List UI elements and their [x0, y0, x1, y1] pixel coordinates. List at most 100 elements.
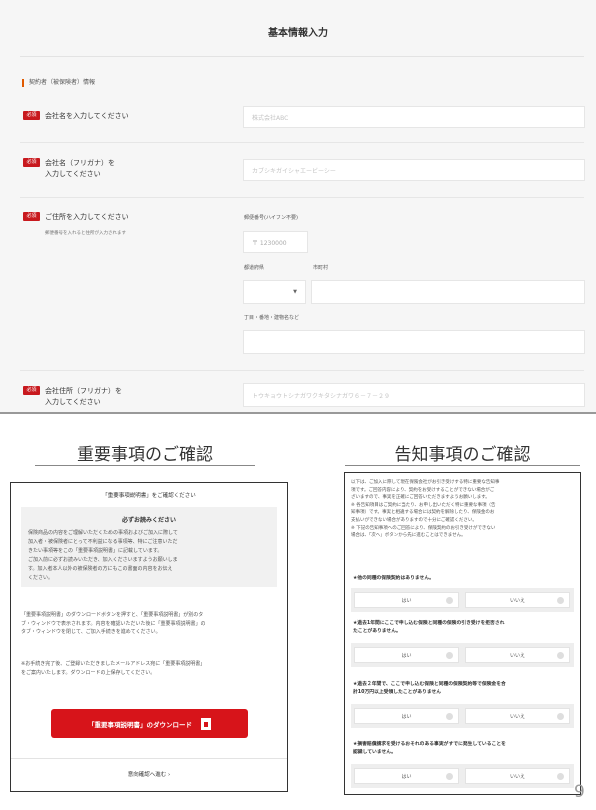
no-option[interactable]: いいえ	[465, 592, 570, 608]
must-read-text: 保険商品の内容をご理解いただくための事項およびご加入に際して 加入者・被保険者に…	[28, 529, 270, 583]
address-label-text: ご住所を入力してください	[45, 213, 129, 221]
text-line: 保険商品の内容をご理解いただくための事項およびご加入に際して	[28, 530, 178, 536]
title-underline	[35, 465, 255, 466]
page-number: 9	[574, 782, 585, 802]
radio-icon	[557, 713, 564, 720]
yes-label: はい	[401, 652, 412, 659]
text-line: きたい事項等をこの「重要事項説明書」に記載しています。	[28, 548, 163, 554]
text-line: 加入者・被保険者にとって不利益になる事項等、特にご注意いただ	[28, 539, 178, 545]
radio-icon	[557, 773, 564, 780]
address-kana-label-line1: 会社住所（フリガナ）を	[45, 387, 122, 395]
basic-info-form: 基本情報入力 契約者（被保険者）情報 必須 会社名を入力してください 株式会社AB…	[0, 0, 596, 412]
important-matters-title: 重要事項のご確認	[77, 445, 213, 465]
text-line: ※ 各告知項目はご契約に当たり、お申し出いただく特に重要な事項（告	[351, 502, 496, 508]
disclosure-intro: 以下は、ご加入に際して現在保険会社がお引き受けする特に重要な告知事 項です。ご回…	[351, 479, 574, 540]
radio-icon	[446, 597, 453, 604]
text-line: 支払いができない場合がありますので十分にご確認ください。	[351, 517, 477, 523]
address-note: 郵便番号を入れると住所が入力されます	[45, 231, 126, 236]
company-kana-label-line2: 入力してください	[45, 170, 101, 178]
question-2: ★過去1年間にここで申し込む保険と同種の保険の引き受けを拒否され たことがありま…	[353, 621, 505, 634]
section-divider	[0, 412, 596, 414]
address-kana-input[interactable]: トウキョウトシナガワクキタシナガワ６－７－２９	[243, 383, 585, 407]
text-line: ブ・ウィンドウで表示されます。内容を確認いただいた後に「重要事項説明書」の	[21, 620, 206, 627]
must-read-box: 必ずお読みください 保険商品の内容をご理解いただくための事項およびご加入に際して…	[21, 507, 277, 587]
text-line: タブ・ウィンドウを閉じて、ご加入手続きを進めてください。	[21, 629, 161, 635]
radio-icon	[446, 652, 453, 659]
text-line: ざいますので、事実を正確にご回答いただきますようお願いします。	[351, 495, 490, 501]
prefecture-select[interactable]: ▼	[243, 280, 306, 304]
form-title: 基本情報入力	[268, 28, 328, 39]
yes-label: はい	[401, 597, 412, 604]
no-option[interactable]: いいえ	[465, 647, 570, 663]
city-input[interactable]	[311, 280, 585, 304]
address-kana-label-line2: 入力してください	[45, 398, 101, 406]
city-label: 市町村	[313, 265, 329, 271]
address-kana-label: 必須 会社住所（フリガナ）を 入力してください	[23, 386, 122, 408]
yes-option[interactable]: はい	[354, 768, 459, 784]
download-instructions: 「重要事項説明書」のダウンロードボタンを押すと、「重要事項説明書」が別のタ ブ・…	[21, 611, 277, 637]
yes-option[interactable]: はい	[354, 708, 459, 724]
yes-label: はい	[401, 713, 412, 720]
must-read-title: 必ずお読みください	[121, 517, 176, 524]
answer-row-4: はい いいえ	[351, 764, 574, 788]
answer-row-3: はい いいえ	[351, 704, 574, 728]
company-kana-label: 必須 会社名（フリガナ）を 入力してください	[23, 158, 115, 180]
no-label: いいえ	[509, 597, 525, 604]
disclosure-panel: 以下は、ご加入に際して現在保険会社がお引き受けする特に重要な告知事 項です。ご回…	[344, 472, 581, 795]
radio-icon	[557, 652, 564, 659]
yes-label: はい	[401, 773, 412, 780]
required-badge: 必須	[23, 212, 40, 221]
radio-icon	[446, 773, 453, 780]
row-divider	[20, 142, 584, 143]
company-kana-input[interactable]: カブシキガイシャエービーシー	[243, 159, 585, 181]
chevron-down-icon: ▼	[293, 289, 297, 295]
text-line: をご案内いたします。ダウンロードの上保存してください。	[21, 669, 156, 676]
no-option[interactable]: いいえ	[465, 708, 570, 724]
row-divider	[20, 197, 584, 198]
yes-option[interactable]: はい	[354, 647, 459, 663]
address-label: 必須 ご住所を入力してください	[23, 212, 129, 223]
postal-code-input[interactable]: 〒 1230000	[243, 231, 308, 253]
question-3: ★過去２年間で、ここで申し込む保険と同種の保険契約等で保険金を合 計10万円以上…	[353, 682, 506, 695]
answer-row-2: はい いいえ	[351, 643, 574, 667]
text-line: 以下は、ご加入に際して現在保険会社がお引き受けする特に重要な告知事	[351, 480, 500, 485]
important-matters-panel: 「重要事項説明書」をご確認ください 必ずお読みください 保険商品の内容をご理解い…	[10, 482, 288, 792]
text-line: ※ 下記の告知事項へのご回答により、保険契約のお引き受けができない	[351, 525, 496, 531]
no-label: いいえ	[509, 713, 525, 720]
prefecture-label: 都道府県	[244, 265, 265, 271]
no-option[interactable]: いいえ	[465, 768, 570, 784]
download-button[interactable]: 「重要事項説明書」のダウンロード	[51, 709, 248, 738]
text-line: 知事項）です。事実と相違する場合には契約を解除したり、保険金のお	[351, 510, 495, 516]
title-divider	[20, 56, 584, 57]
text-line: ご加入前に必ずお読みいただき、加入くださいますようお願いしま	[28, 557, 178, 563]
panel-divider	[11, 758, 287, 759]
required-badge: 必須	[23, 386, 40, 395]
yes-option[interactable]: はい	[354, 592, 459, 608]
no-label: いいえ	[509, 773, 525, 780]
row-divider	[20, 370, 584, 371]
pdf-document-icon	[201, 717, 211, 730]
text-line: ※お手続き完了後、ご登録いただきましたメールアドレス宛に「重要事項説明書」	[21, 661, 206, 667]
disclosure-title: 告知事項のご確認	[394, 445, 531, 465]
company-name-input[interactable]: 株式会社ABC	[243, 106, 585, 128]
required-badge: 必須	[23, 158, 40, 167]
required-badge: 必須	[23, 111, 40, 120]
text-line: 場合は、「次へ」ボタンから先に進むことはできません。	[351, 533, 466, 539]
answer-row-1: はい いいえ	[351, 588, 574, 612]
company-name-label: 必須 会社名を入力してください	[23, 111, 129, 122]
company-kana-label-line1: 会社名（フリガナ）を	[45, 159, 115, 167]
text-line: ください。	[28, 575, 54, 581]
section-label: 契約者（被保険者）情報	[22, 79, 95, 87]
question-1: ★他の同種の保険契約はありません。	[353, 576, 434, 581]
question-4: ★損害賠償請求を受けるおそれのある事実がすでに発生していることを 認識していませ…	[353, 742, 506, 755]
email-note: ※お手続き完了後、ご登録いただきましたメールアドレス宛に「重要事項説明書」 をご…	[21, 660, 277, 677]
radio-icon	[446, 713, 453, 720]
street-input[interactable]	[243, 330, 585, 354]
next-step-link[interactable]: 意向確認へ進む ›	[11, 770, 287, 778]
no-label: いいえ	[509, 652, 525, 659]
radio-icon	[557, 597, 564, 604]
text-line: 「重要事項説明書」のダウンロードボタンを押すと、「重要事項説明書」が別のタ	[21, 612, 204, 618]
panel-header: 「重要事項説明書」をご確認ください	[102, 493, 196, 499]
company-name-label-text: 会社名を入力してください	[45, 112, 129, 120]
title-underline	[345, 465, 580, 466]
